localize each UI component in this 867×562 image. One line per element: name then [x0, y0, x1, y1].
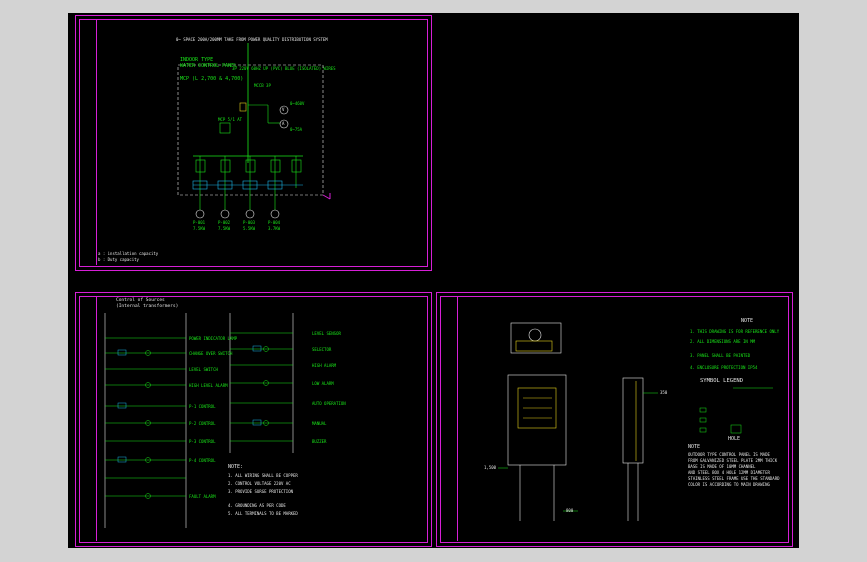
general-note-3: 3. PANEL SHALL BE PAINTED: [690, 353, 751, 358]
bottom-note-1: OUTDOOR TYPE CONTROL PANEL IS MADE: [688, 452, 770, 457]
dim-label-2: 800: [566, 508, 574, 513]
bottom-note-4: AND STEEL BOX 4 HOLE 12MM DIAMETER: [688, 470, 770, 475]
bottom-note-5: STAINLESS STEEL FRAME USE THE STANDARD: [688, 476, 780, 481]
general-note-2: 2. ALL DIMENSIONS ARE IN MM: [690, 339, 756, 344]
hole-label: HOLE: [728, 436, 741, 442]
drawing-canvas: 0~ SPACE 200A/200MM TAKE FROM POWER QUAL…: [68, 13, 799, 548]
bottom-note-6: COLOR IS ACCORDING TO MAIN DRAWING: [688, 482, 770, 487]
bottom-note-2: FROM GALVANIZED STEEL PLATE 2MM THICK: [688, 458, 778, 463]
bottom-note-title: NOTE: [688, 444, 701, 450]
bottom-note-3: BASE IS MADE OF 10MM CHANNEL: [688, 464, 756, 469]
dim-label-3: 350: [660, 390, 668, 395]
dim-label-1: 1,500: [484, 465, 497, 470]
layout-note-title: NOTE: [741, 318, 754, 324]
general-note-1: 1. THIS DRAWING IS FOR REFERENCE ONLY: [690, 329, 780, 334]
symbol-legend-title: SYMBOL LEGEND: [700, 378, 744, 384]
general-note-4: 4. ENCLOSURE PROTECTION IP54: [690, 365, 758, 370]
